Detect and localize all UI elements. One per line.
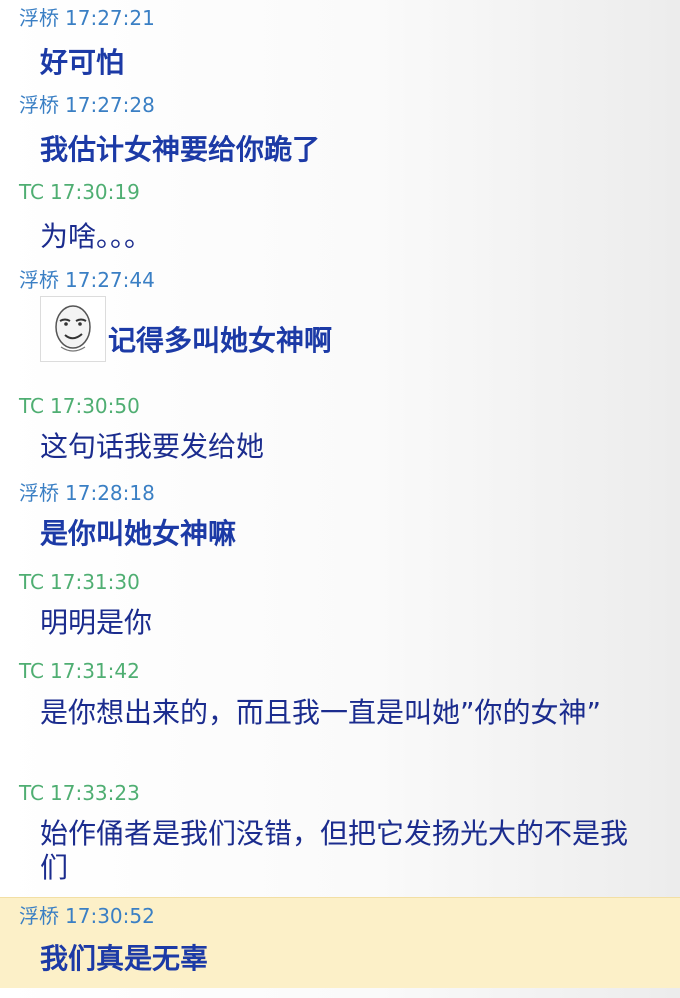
chat-message: TC 17:30:19 为啥。。。 (0, 174, 680, 263)
chat-message: 浮桥 17:27:21 好可怕 (0, 0, 680, 86)
smirk-face-icon[interactable] (40, 296, 106, 362)
chat-message: TC 17:30:50 这句话我要发给她 (0, 387, 680, 475)
message-header: 浮桥 17:27:21 (0, 0, 680, 30)
message-time: 17:31:42 (50, 659, 140, 683)
message-header: TC 17:30:50 (0, 387, 680, 418)
sender-name: 浮桥 (19, 268, 59, 292)
message-text[interactable]: 为啥。。。 (0, 220, 680, 254)
message-time: 17:28:18 (65, 481, 155, 505)
chat-message: 浮桥 17:27:44 记得多叫她女神啊 (0, 263, 680, 387)
sender-name: 浮桥 (19, 6, 59, 30)
message-text[interactable]: 记得多叫她女神啊 (108, 324, 332, 358)
message-header: 浮桥 17:27:28 (0, 86, 680, 117)
message-time: 17:27:28 (65, 93, 155, 117)
message-text[interactable]: 是你叫她女神嘛 (0, 517, 680, 551)
chat-message: TC 17:31:30 明明是你 (0, 563, 680, 651)
message-time: 17:30:19 (50, 180, 140, 204)
message-text[interactable]: 好可怕 (0, 46, 680, 80)
chat-message: 浮桥 17:28:18 是你叫她女神嘛 (0, 475, 680, 563)
sender-name: TC (19, 659, 45, 683)
sender-name: 浮桥 (19, 93, 59, 117)
chat-message: TC 17:31:42 是你想出来的，而且我一直是叫她”你的女神” (0, 651, 680, 779)
sender-name: TC (19, 570, 45, 594)
message-time: 17:30:50 (50, 394, 140, 418)
chat-message: 浮桥 17:27:28 我估计女神要给你跪了 (0, 86, 680, 174)
chat-history: 浮桥 17:27:21 好可怕 浮桥 17:27:28 我估计女神要给你跪了 TC 1… (0, 0, 680, 998)
message-header: TC 17:33:23 (0, 779, 680, 805)
message-text[interactable]: 我们真是无辜 (0, 942, 680, 976)
message-header: 浮桥 17:30:52 (0, 898, 680, 928)
sender-name: TC (19, 394, 45, 418)
message-text[interactable]: 明明是你 (0, 606, 680, 640)
message-time: 17:30:52 (65, 904, 155, 928)
message-header: TC 17:30:19 (0, 174, 680, 204)
message-time: 17:33:23 (50, 781, 140, 805)
chat-message-highlighted: 浮桥 17:30:52 我们真是无辜 (0, 897, 680, 988)
chat-message: TC 17:33:23 始作俑者是我们没错，但把它发扬光大的不是我们 (0, 779, 680, 897)
message-text[interactable]: 我估计女神要给你跪了 (0, 133, 680, 167)
message-header: TC 17:31:42 (0, 651, 680, 683)
sender-name: TC (19, 180, 45, 204)
message-header: 浮桥 17:27:44 (0, 263, 680, 292)
message-time: 17:27:21 (65, 6, 155, 30)
sender-name: TC (19, 781, 45, 805)
sender-name: 浮桥 (19, 481, 59, 505)
sender-name: 浮桥 (19, 904, 59, 928)
message-text[interactable]: 是你想出来的，而且我一直是叫她”你的女神” (0, 696, 640, 730)
message-header: 浮桥 17:28:18 (0, 475, 680, 505)
message-header: TC 17:31:30 (0, 563, 680, 594)
message-time: 17:27:44 (65, 268, 155, 292)
message-text[interactable]: 这句话我要发给她 (0, 430, 680, 464)
message-content: 记得多叫她女神啊 (0, 296, 680, 362)
message-time: 17:31:30 (50, 570, 140, 594)
message-text[interactable]: 始作俑者是我们没错，但把它发扬光大的不是我们 (0, 817, 640, 885)
